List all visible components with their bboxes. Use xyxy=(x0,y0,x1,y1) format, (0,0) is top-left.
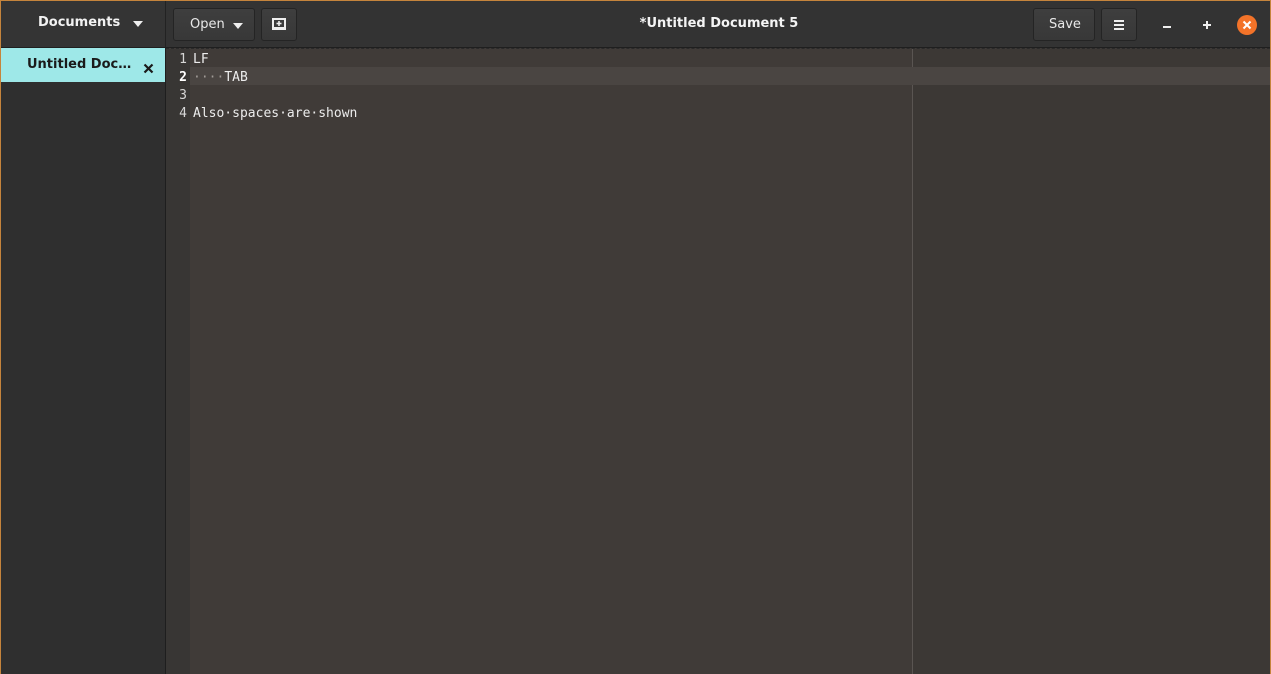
hamburger-menu-icon xyxy=(1114,20,1124,30)
current-line-highlight xyxy=(190,67,1270,85)
close-icon xyxy=(143,63,154,74)
line-number: 2 xyxy=(179,70,187,85)
header-bar: Documents Open *Untitled Document 5 Save xyxy=(1,1,1270,48)
code-line-text: TAB xyxy=(224,70,248,85)
documents-menu-button[interactable]: Documents xyxy=(1,1,166,47)
right-margin-line xyxy=(912,49,913,674)
editor-area[interactable]: 1 2 3 4 LF ····TAB Also·spaces·are·shown xyxy=(166,48,1270,674)
close-document-button[interactable] xyxy=(143,59,154,78)
window-title: *Untitled Document 5 xyxy=(639,16,799,31)
open-button[interactable]: Open xyxy=(173,8,255,41)
documents-sidebar: Untitled Docum... xyxy=(1,48,166,674)
documents-title: Documents xyxy=(38,15,121,30)
document-item-label: Untitled Docum... xyxy=(27,57,135,72)
chevron-down-icon xyxy=(133,21,143,27)
minimize-icon xyxy=(1163,26,1171,28)
text-editor-window: Documents Open *Untitled Document 5 Save xyxy=(0,0,1271,674)
code-line-text: Also·spaces·are·shown xyxy=(193,106,358,121)
new-document-button[interactable] xyxy=(261,8,297,41)
tab-whitespace-marker: ···· xyxy=(193,70,225,85)
line-number: 1 xyxy=(179,52,187,67)
line-number: 3 xyxy=(179,88,187,103)
save-button[interactable]: Save xyxy=(1033,8,1095,41)
maximize-button[interactable] xyxy=(1197,14,1217,34)
plus-icon xyxy=(1203,21,1211,29)
right-margin-area xyxy=(913,49,1270,674)
code-line[interactable]: LF xyxy=(193,51,209,69)
line-number-gutter: 1 2 3 4 xyxy=(166,49,190,674)
app-menu-button[interactable] xyxy=(1101,8,1137,41)
code-line-text: LF xyxy=(193,52,209,67)
code-line[interactable]: ····TAB xyxy=(193,69,248,87)
minimize-button[interactable] xyxy=(1157,14,1177,34)
code-line[interactable]: Also·spaces·are·shown xyxy=(193,105,357,123)
open-button-label: Open xyxy=(190,17,225,32)
line-number: 4 xyxy=(179,106,187,121)
close-window-button[interactable] xyxy=(1237,15,1257,35)
save-button-label: Save xyxy=(1049,17,1081,32)
close-icon xyxy=(1242,20,1252,30)
document-item[interactable]: Untitled Docum... xyxy=(1,48,165,82)
new-document-icon xyxy=(272,18,286,30)
chevron-down-icon xyxy=(233,23,243,29)
